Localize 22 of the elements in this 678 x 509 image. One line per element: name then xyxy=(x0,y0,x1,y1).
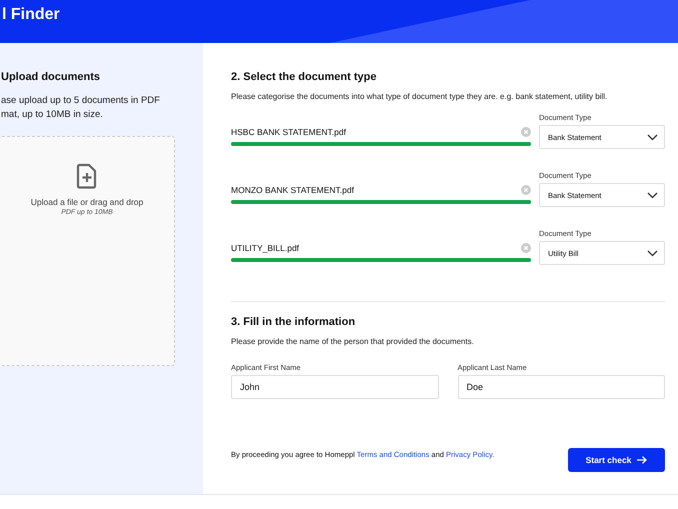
file-name: UTILITY_BILL.pdf xyxy=(231,243,300,253)
remove-file-icon[interactable] xyxy=(521,243,531,253)
start-check-button[interactable]: Start check xyxy=(568,448,665,472)
section-heading: 2. Select the document type xyxy=(231,71,378,83)
dropzone-prompt: Upload a file or drag and drop xyxy=(30,197,144,207)
file-name: MONZO BANK STATEMENT.pdf xyxy=(231,185,354,195)
chevron-down-icon xyxy=(647,192,658,198)
section-heading: Upload documents xyxy=(1,71,102,83)
input-field[interactable]: John xyxy=(231,375,438,399)
arrow-right-icon xyxy=(637,456,648,464)
input-field[interactable]: Doe xyxy=(458,375,665,399)
section-heading: 3. Fill in the information xyxy=(231,316,356,328)
app-title: l Finder xyxy=(2,6,60,24)
chevron-down-icon xyxy=(647,134,658,140)
section-description: Please provide the name of the person that provided the documents. xyxy=(231,337,475,346)
chevron-down-icon xyxy=(647,250,658,256)
upload-description: ase upload up to 5 documents in PDF mat, up to 10MB in size. xyxy=(1,94,161,122)
section-description: Please categorise the documents into what type of document type they are. e.g. bank statement, utility bill. xyxy=(231,92,608,101)
file-name: HSBC BANK STATEMENT.pdf xyxy=(231,127,346,137)
remove-file-icon[interactable] xyxy=(521,127,531,137)
file-add-icon xyxy=(76,163,98,189)
remove-file-icon[interactable] xyxy=(521,185,531,195)
